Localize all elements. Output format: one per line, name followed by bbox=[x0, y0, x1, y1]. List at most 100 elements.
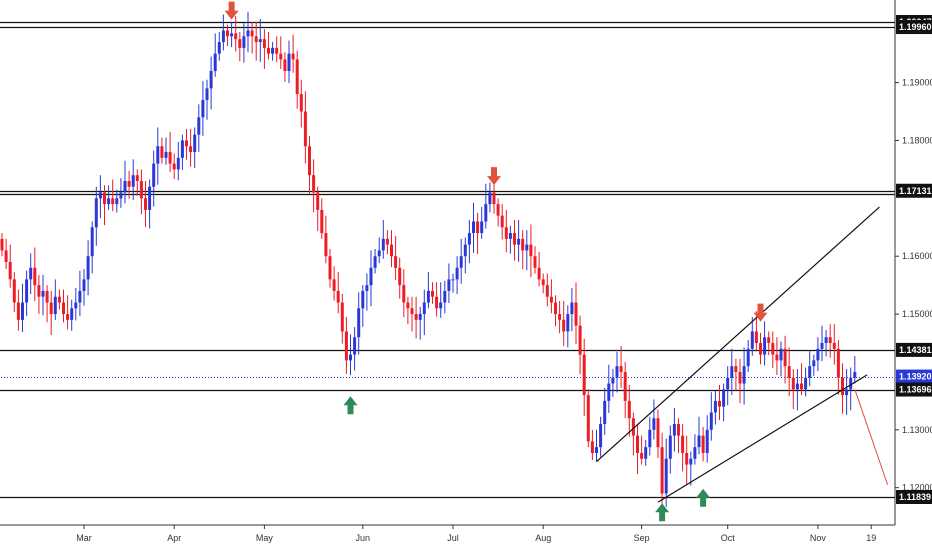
candle-body-201 bbox=[824, 337, 828, 344]
candle-body-28 bbox=[115, 198, 119, 205]
candle-body-6 bbox=[25, 279, 29, 303]
candle-body-63 bbox=[258, 39, 262, 43]
candle-body-161 bbox=[660, 447, 664, 494]
time-tick-label-6: Sep bbox=[634, 533, 650, 543]
candle-body-131 bbox=[537, 267, 541, 280]
candle-body-148 bbox=[607, 383, 611, 401]
candle-body-185 bbox=[759, 343, 762, 355]
candle-body-197 bbox=[808, 366, 812, 378]
candle-body-104 bbox=[426, 290, 430, 303]
candle-body-160 bbox=[656, 418, 660, 448]
candle-body-183 bbox=[750, 331, 754, 349]
candle-body-146 bbox=[599, 424, 603, 448]
candle-body-16 bbox=[66, 314, 70, 320]
candle-body-23 bbox=[94, 198, 98, 228]
candle-body-102 bbox=[418, 314, 422, 320]
candle-body-22 bbox=[90, 227, 94, 257]
candle-body-14 bbox=[57, 296, 61, 303]
candle-body-111 bbox=[455, 267, 459, 280]
price-tick-label-4: 1.13000 bbox=[902, 425, 932, 435]
candle-body-55 bbox=[226, 30, 229, 37]
candle-body-144 bbox=[590, 441, 594, 453]
candle-body-158 bbox=[648, 429, 652, 448]
candle-body-128 bbox=[525, 244, 529, 251]
candle-body-140 bbox=[574, 302, 578, 326]
price-level-label-text-6: 1.13696 bbox=[899, 385, 932, 395]
candle-body-48 bbox=[197, 117, 201, 135]
candle-body-91 bbox=[373, 256, 377, 268]
candle-body-44 bbox=[180, 140, 184, 158]
candle-body-8 bbox=[33, 267, 37, 286]
candle-body-126 bbox=[517, 238, 521, 245]
candle-body-13 bbox=[53, 296, 57, 315]
candle-body-186 bbox=[763, 337, 767, 355]
candle-body-195 bbox=[800, 383, 803, 390]
candle-body-75 bbox=[308, 146, 311, 176]
candle-body-130 bbox=[533, 256, 537, 268]
candle-body-41 bbox=[168, 152, 172, 164]
candle-body-208 bbox=[853, 371, 857, 378]
price-level-label-text-2: 1.17131 bbox=[899, 186, 932, 196]
price-level-label-text-1: 1.19960 bbox=[899, 22, 932, 32]
candle-body-26 bbox=[107, 198, 111, 205]
candle-body-172 bbox=[705, 429, 709, 453]
candle-body-120 bbox=[492, 192, 496, 205]
candlestick-chart: 1.190001.180001.160001.150001.130001.120… bbox=[0, 0, 932, 550]
price-level-label-2: 1.17131 bbox=[896, 183, 932, 198]
candle-body-149 bbox=[611, 377, 615, 384]
candle-body-73 bbox=[299, 94, 303, 112]
candle-body-19 bbox=[78, 290, 82, 303]
candle-body-136 bbox=[558, 314, 562, 320]
candle-body-11 bbox=[45, 290, 49, 303]
candle-body-81 bbox=[332, 279, 336, 291]
candle-body-36 bbox=[148, 186, 152, 210]
candle-body-60 bbox=[246, 30, 250, 37]
candle-body-173 bbox=[709, 412, 713, 430]
candle-body-9 bbox=[37, 285, 41, 297]
candle-body-34 bbox=[139, 180, 143, 199]
candle-body-150 bbox=[615, 366, 619, 378]
candle-body-129 bbox=[529, 244, 533, 257]
candle-body-118 bbox=[484, 204, 488, 222]
candle-body-42 bbox=[172, 163, 176, 170]
candle-body-66 bbox=[271, 47, 275, 54]
candle-body-25 bbox=[103, 192, 106, 205]
candle-body-184 bbox=[754, 331, 758, 344]
candle-body-90 bbox=[369, 267, 373, 286]
candle-body-127 bbox=[521, 238, 525, 251]
candle-body-64 bbox=[262, 39, 266, 48]
candle-body-46 bbox=[189, 146, 193, 153]
candle-body-79 bbox=[324, 233, 328, 257]
candle-body-82 bbox=[336, 290, 340, 303]
candle-body-115 bbox=[472, 221, 475, 234]
candle-body-164 bbox=[672, 424, 676, 436]
candle-body-72 bbox=[295, 59, 299, 95]
candle-body-174 bbox=[713, 400, 717, 413]
candle-body-134 bbox=[549, 296, 553, 303]
candle-body-125 bbox=[513, 233, 516, 245]
candle-body-169 bbox=[693, 447, 697, 459]
candle-body-117 bbox=[480, 221, 484, 234]
chart-background bbox=[0, 0, 932, 550]
candle-body-110 bbox=[451, 279, 455, 281]
candle-body-97 bbox=[398, 267, 402, 286]
candle-body-112 bbox=[459, 256, 463, 268]
candle-body-33 bbox=[135, 175, 139, 181]
candle-body-178 bbox=[730, 366, 734, 378]
candle-body-40 bbox=[164, 152, 168, 158]
price-level-label-5: 1.13920 bbox=[896, 369, 932, 384]
candle-body-133 bbox=[545, 285, 549, 297]
candle-body-99 bbox=[406, 302, 410, 309]
time-tick-label-5: Aug bbox=[535, 533, 551, 543]
candle-body-142 bbox=[582, 354, 586, 396]
price-tick-label-2: 1.16000 bbox=[902, 251, 932, 261]
candle-body-70 bbox=[287, 53, 291, 72]
candle-body-139 bbox=[570, 302, 574, 315]
candle-body-166 bbox=[681, 435, 685, 453]
candle-body-30 bbox=[123, 180, 127, 193]
candle-body-20 bbox=[82, 279, 86, 291]
candle-body-0 bbox=[0, 238, 4, 251]
candle-body-188 bbox=[771, 343, 775, 355]
candle-body-202 bbox=[828, 337, 832, 344]
candle-body-43 bbox=[176, 157, 180, 170]
